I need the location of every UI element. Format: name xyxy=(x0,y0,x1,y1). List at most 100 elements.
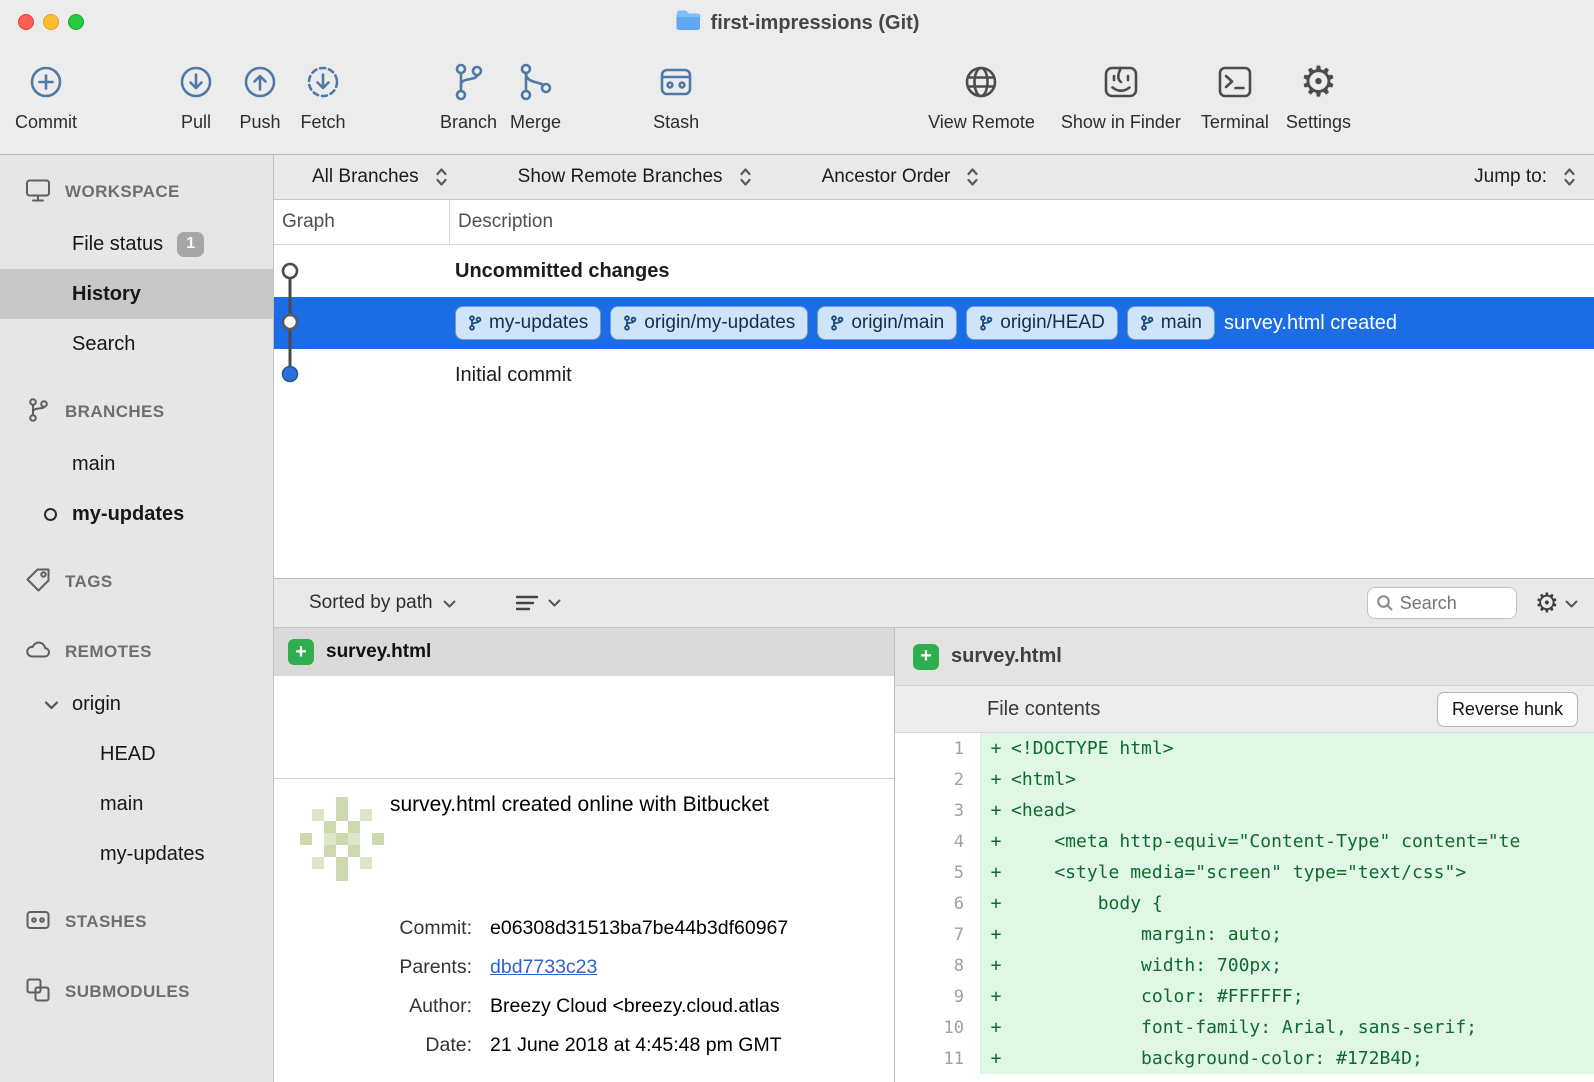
code-text: margin: auto; xyxy=(1011,919,1594,950)
line-number: 1 xyxy=(895,733,981,764)
sidebar-section-stashes[interactable]: STASHES xyxy=(0,895,273,949)
history-row-selected[interactable]: my-updates origin/my-updates origin/main xyxy=(274,297,1594,349)
sidebar-branch-my-updates[interactable]: my-updates xyxy=(0,489,273,539)
branch-badge[interactable]: origin/my-updates xyxy=(610,306,808,340)
sidebar-branch-main[interactable]: main xyxy=(0,439,273,489)
push-button[interactable]: Push xyxy=(237,58,283,133)
folder-icon xyxy=(675,10,702,37)
minimize-window-button[interactable] xyxy=(43,14,59,30)
window-title: first-impressions (Git) xyxy=(675,10,920,37)
sort-dropdown[interactable]: Sorted by path xyxy=(309,592,456,614)
gear-icon: ⚙ xyxy=(1300,58,1338,106)
code-text: font-family: Arial, sans-serif; xyxy=(1011,1012,1594,1043)
fetch-button[interactable]: Fetch xyxy=(300,58,346,133)
window-controls xyxy=(18,14,84,30)
close-window-button[interactable] xyxy=(18,14,34,30)
search-field[interactable] xyxy=(1367,587,1517,619)
content-area: WORKSPACE File status 1 History Search B… xyxy=(0,155,1594,1082)
file-list-item[interactable]: + survey.html xyxy=(274,628,894,676)
stash-button[interactable]: Stash xyxy=(653,58,699,133)
added-marker: + xyxy=(981,981,1011,1012)
added-marker: + xyxy=(981,888,1011,919)
jump-to-dropdown[interactable]: Jump to: xyxy=(1474,166,1576,188)
line-number: 8 xyxy=(895,950,981,981)
branch-badge[interactable]: main xyxy=(1127,306,1215,340)
diff-line: 4 + <meta http-equiv="Content-Type" cont… xyxy=(895,826,1594,857)
hunk-header: File contents Reverse hunk xyxy=(895,686,1594,733)
diff-line: 1 + <!DOCTYPE html> xyxy=(895,733,1594,764)
sidebar-remote-origin[interactable]: origin xyxy=(0,679,273,729)
file-options-gear[interactable]: ⚙ xyxy=(1535,590,1578,617)
sidebar-section-tags[interactable]: TAGS xyxy=(0,555,273,609)
sidebar-item-file-status[interactable]: File status 1 xyxy=(0,219,273,269)
app-window: first-impressions (Git) Commit Pull Push… xyxy=(0,0,1594,1082)
history-row-initial[interactable]: Initial commit xyxy=(274,349,1594,401)
added-marker: + xyxy=(981,1012,1011,1043)
branch-badge[interactable]: my-updates xyxy=(455,306,601,340)
file-status-count-badge: 1 xyxy=(177,232,204,257)
search-icon xyxy=(1376,594,1394,612)
code-text: <html> xyxy=(1011,764,1594,795)
stepper-icon xyxy=(966,166,979,188)
settings-button[interactable]: ⚙ Settings xyxy=(1286,58,1351,133)
order-filter-dropdown[interactable]: Ancestor Order xyxy=(822,166,980,188)
stepper-icon xyxy=(739,166,752,188)
branch-button[interactable]: Branch xyxy=(440,58,497,133)
sidebar-section-branches[interactable]: BRANCHES xyxy=(0,385,273,439)
commit-hash: e06308d31513ba7be44b3df60967 xyxy=(490,917,788,940)
commit-icon xyxy=(23,58,69,106)
search-input[interactable] xyxy=(1400,593,1500,614)
commit-author-row: Author: Breezy Cloud <breezy.cloud.atlas xyxy=(274,987,878,1026)
sidebar-item-history[interactable]: History xyxy=(0,269,273,319)
remote-branches-filter-dropdown[interactable]: Show Remote Branches xyxy=(518,166,752,188)
terminal-button[interactable]: Terminal xyxy=(1201,58,1269,133)
branch-filter-dropdown[interactable]: All Branches xyxy=(312,166,448,188)
diff-line: 9 + color: #FFFFFF; xyxy=(895,981,1594,1012)
diff-panel: + survey.html File contents Reverse hunk… xyxy=(895,628,1594,1082)
diff-line: 6 + body { xyxy=(895,888,1594,919)
stepper-icon xyxy=(1563,166,1576,188)
detail-split: + survey.html xyxy=(274,628,1594,1082)
parent-commit-link[interactable]: dbd7733c23 xyxy=(490,956,597,979)
sidebar-remote-origin-main[interactable]: main xyxy=(0,779,273,829)
diff-line: 8 + width: 700px; xyxy=(895,950,1594,981)
diff-line: 11 + background-color: #172B4D; xyxy=(895,1043,1594,1074)
view-options-dropdown[interactable] xyxy=(516,595,561,611)
view-remote-button[interactable]: View Remote xyxy=(928,58,1035,133)
branch-badge[interactable]: origin/main xyxy=(817,306,957,340)
sidebar-section-workspace[interactable]: WORKSPACE xyxy=(0,165,273,219)
reverse-hunk-button[interactable]: Reverse hunk xyxy=(1437,692,1578,727)
graph-column-header[interactable]: Graph xyxy=(274,200,450,244)
added-marker: + xyxy=(981,764,1011,795)
merge-button[interactable]: Merge xyxy=(510,58,561,133)
merge-icon xyxy=(513,58,559,106)
line-number: 6 xyxy=(895,888,981,919)
branch-icon xyxy=(1140,315,1154,331)
hunk-title: File contents xyxy=(987,698,1100,721)
file-added-icon: + xyxy=(913,644,939,670)
line-number: 3 xyxy=(895,795,981,826)
sidebar-section-submodules[interactable]: SUBMODULES xyxy=(0,965,273,1019)
branch-badge[interactable]: origin/HEAD xyxy=(966,306,1118,340)
sidebar-item-search[interactable]: Search xyxy=(0,319,273,369)
pull-button[interactable]: Pull xyxy=(173,58,219,133)
commit-button[interactable]: Commit xyxy=(15,58,77,133)
chevron-down-icon xyxy=(44,693,59,716)
branch-icon xyxy=(468,315,482,331)
sidebar-section-remotes[interactable]: REMOTES xyxy=(0,625,273,679)
zoom-window-button[interactable] xyxy=(68,14,84,30)
commit-author: Breezy Cloud <breezy.cloud.atlas xyxy=(490,995,780,1018)
stash-icon xyxy=(653,58,699,106)
fetch-icon xyxy=(300,58,346,106)
stashes-icon xyxy=(24,906,52,939)
commit-details: survey.html created online with Bitbucke… xyxy=(274,778,894,1082)
commit-parents-row: Parents: dbd7733c23 xyxy=(274,948,878,987)
added-marker: + xyxy=(981,857,1011,888)
sidebar-remote-origin-my-updates[interactable]: my-updates xyxy=(0,829,273,879)
sidebar-remote-origin-head[interactable]: HEAD xyxy=(0,729,273,779)
history-row-uncommitted[interactable]: Uncommitted changes xyxy=(274,245,1594,297)
show-in-finder-button[interactable]: Show in Finder xyxy=(1061,58,1181,133)
description-column-header[interactable]: Description xyxy=(450,200,1594,244)
commit-hash-row: Commit: e06308d31513ba7be44b3df60967 xyxy=(274,909,878,948)
history-filter-bar: All Branches Show Remote Branches Ancest… xyxy=(274,155,1594,200)
